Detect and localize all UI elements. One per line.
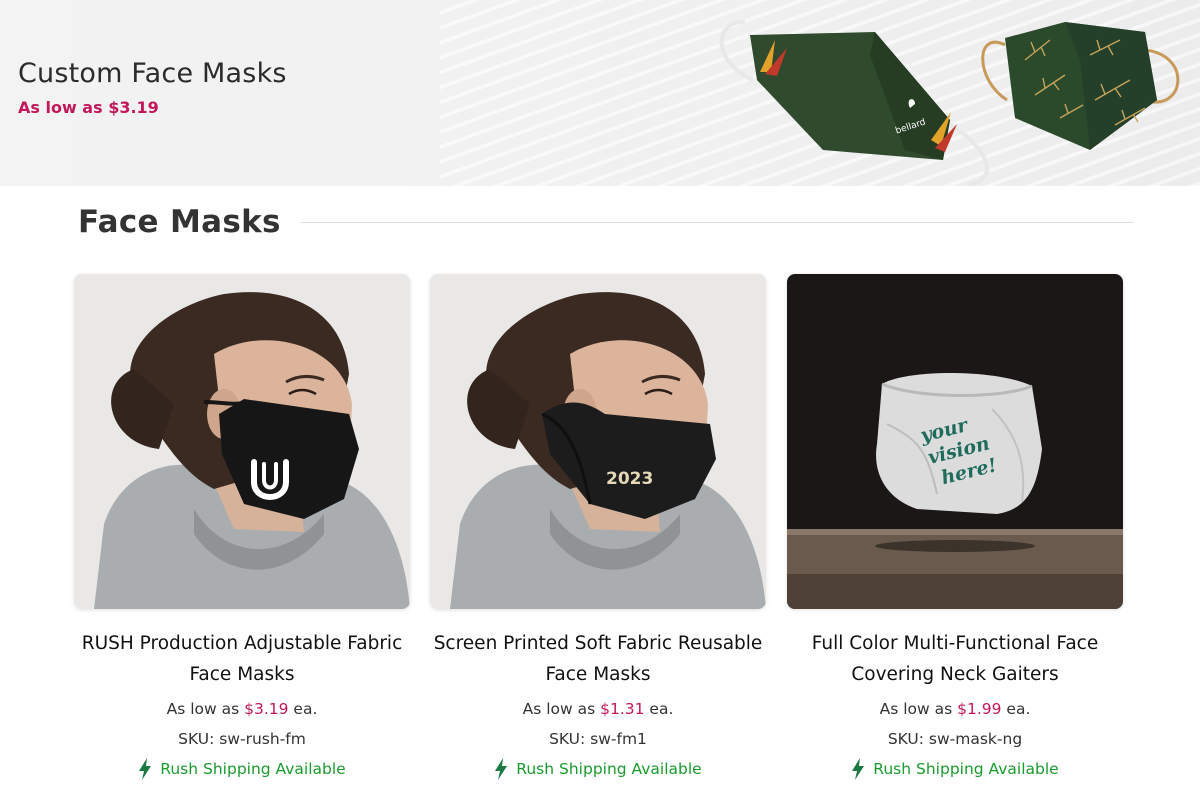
product-image[interactable]: 2023 <box>430 274 766 609</box>
section-divider <box>300 222 1133 223</box>
rush-shipping-badge: Rush Shipping Available <box>787 754 1123 784</box>
rush-shipping-badge: Rush Shipping Available <box>74 754 410 784</box>
lightning-bolt-icon <box>852 758 865 780</box>
price-amount: $1.99 <box>957 700 1002 718</box>
hero-masks-image: bellard <box>719 19 1180 186</box>
product-price: As low as $3.19 ea. <box>74 694 410 724</box>
price-amount: $1.31 <box>600 700 645 718</box>
product-image[interactable]: your vision here! <box>787 274 1123 609</box>
mask-print-text: 2023 <box>606 469 653 489</box>
price-prefix: As low as <box>166 700 240 718</box>
price-amount: $3.19 <box>244 700 289 718</box>
product-price: As low as $1.99 ea. <box>787 694 1123 724</box>
price-suffix: ea. <box>293 700 318 718</box>
price-suffix: ea. <box>1006 700 1031 718</box>
hero-price-subtitle: As low as $3.19 <box>18 98 159 117</box>
rush-shipping-badge: Rush Shipping Available <box>430 754 766 784</box>
section-title: Face Masks <box>78 204 281 240</box>
price-prefix: As low as <box>522 700 596 718</box>
product-card-rush-fabric-mask[interactable]: RUSH Production Adjustable Fabric Face M… <box>74 274 410 784</box>
product-title-link[interactable]: Full Color Multi-Functional Face Coverin… <box>787 628 1123 690</box>
hero-banner: Custom Face Masks As low as $3.19 bellar… <box>0 0 1200 186</box>
product-sku: SKU: sw-mask-ng <box>887 730 1023 748</box>
price-suffix: ea. <box>649 700 674 718</box>
rush-shipping-label: Rush Shipping Available <box>873 760 1059 778</box>
product-title-link[interactable]: RUSH Production Adjustable Fabric Face M… <box>74 628 410 690</box>
product-sku: SKU: sw-fm1 <box>549 730 647 748</box>
product-card-screen-printed-mask[interactable]: 2023 Screen Printed Soft Fabric Reusable… <box>430 274 766 784</box>
product-price: As low as $1.31 ea. <box>430 694 766 724</box>
lightning-bolt-icon <box>139 758 152 780</box>
hero-title: Custom Face Masks <box>18 58 287 89</box>
product-title-link[interactable]: Screen Printed Soft Fabric Reusable Face… <box>430 628 766 690</box>
product-sku: SKU: sw-rush-fm <box>178 730 306 748</box>
rush-shipping-label: Rush Shipping Available <box>160 760 346 778</box>
price-prefix: As low as <box>879 700 953 718</box>
rush-shipping-label: Rush Shipping Available <box>516 760 702 778</box>
product-image[interactable] <box>74 274 410 609</box>
product-card-neck-gaiter[interactable]: your vision here! Full Color Multi-Funct… <box>787 274 1123 784</box>
lightning-bolt-icon <box>495 758 508 780</box>
